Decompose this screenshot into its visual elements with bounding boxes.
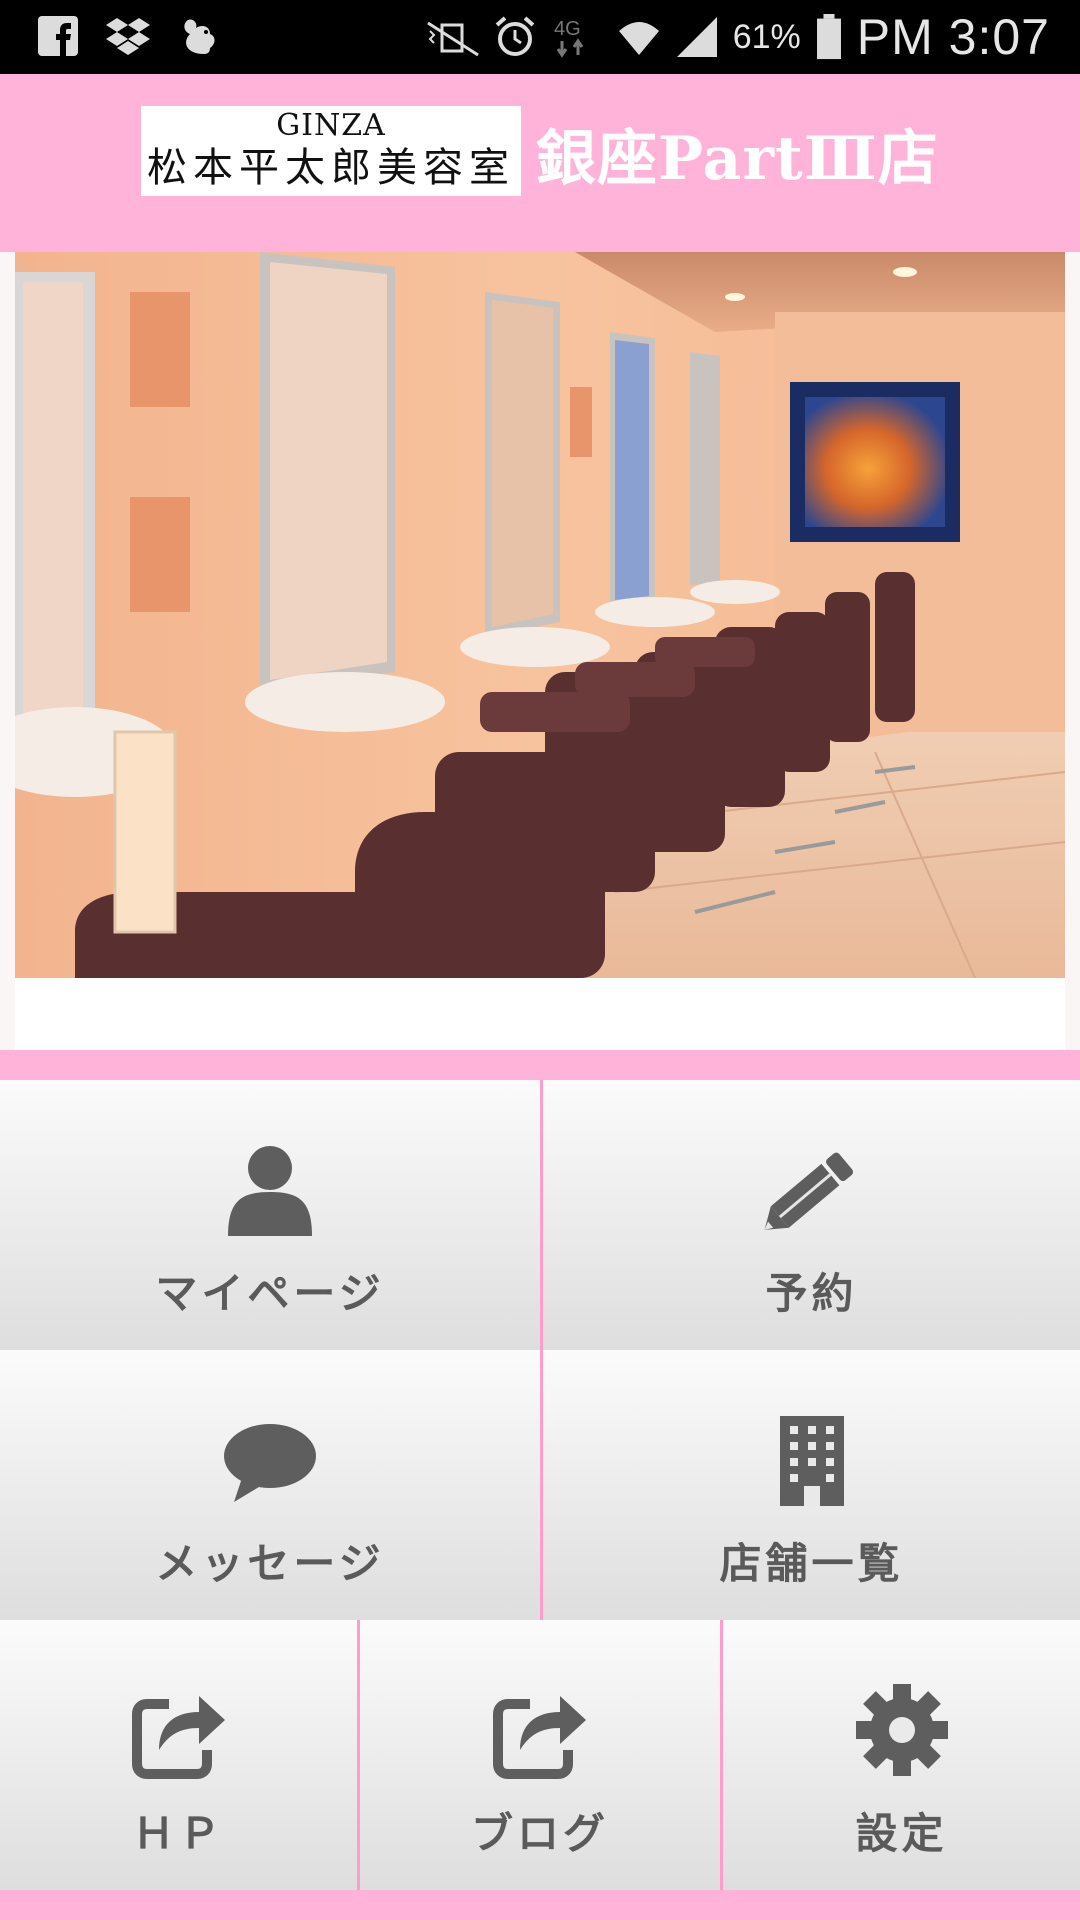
app-header: GINZA 松本平太郎美容室 銀座PartⅢ店 [0,74,1080,252]
pink-separator [0,1050,1080,1080]
gear-icon [855,1684,948,1776]
store-list-button[interactable]: 店舗一覧 [543,1350,1080,1620]
pink-footer-band [0,1890,1080,1920]
squirrel-icon [184,19,215,54]
reservation-label: 予約 [765,1269,858,1318]
share-icon [131,1696,225,1779]
svg-text:4G: 4G [554,18,581,40]
reservation-button[interactable]: 予約 [543,1080,1080,1350]
pencil-icon [764,1152,853,1230]
store-list-label: 店舗一覧 [719,1539,904,1588]
message-button[interactable]: メッセージ [0,1350,540,1620]
mypage-label: マイページ [155,1269,385,1318]
settings-label: 設定 [855,1809,948,1858]
mute-vibrate-icon [426,21,479,57]
clock: PM 3:07 [856,9,1050,65]
tile-divider [357,1620,360,1890]
person-icon [228,1146,312,1236]
speech-bubble-icon [224,1424,316,1502]
status-bar: 4G 61% PM 3:07 [0,0,1080,74]
hero-caption-area [15,978,1065,1050]
store-name: 銀座PartⅢ店 [536,124,939,194]
building-icon [779,1416,844,1506]
dropbox-icon [106,18,150,55]
logo-top-text: GINZA [276,108,386,143]
hp-label: ＨＰ [132,1809,225,1858]
tile-divider [540,1080,543,1620]
4g-icon: 4G [554,18,583,58]
signal-icon [676,17,717,57]
battery-percentage: 61% [732,17,801,56]
tile-divider [720,1620,723,1890]
hero-section [0,252,1080,1050]
salon-logo: GINZA 松本平太郎美容室 [141,106,521,196]
blog-button[interactable]: ブログ [360,1620,720,1890]
salon-interior-image [15,252,1065,978]
facebook-icon [38,16,78,56]
mypage-button[interactable]: マイページ [0,1080,540,1350]
blog-label: ブログ [470,1809,609,1858]
message-label: メッセージ [155,1539,385,1588]
share-icon [493,1696,586,1779]
logo-bottom-text: 松本平太郎美容室 [147,145,515,191]
alarm-icon [495,16,535,56]
hp-button[interactable]: ＨＰ [0,1620,357,1890]
battery-icon [816,14,841,60]
wifi-icon [618,22,659,55]
settings-button[interactable]: 設定 [723,1620,1080,1890]
